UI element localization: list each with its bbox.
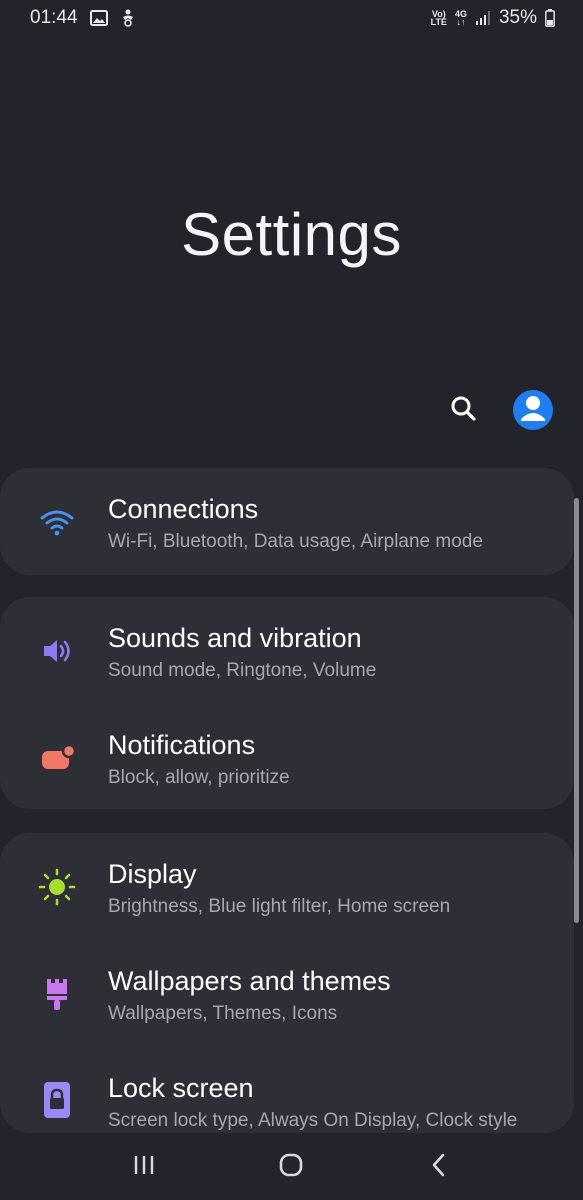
image-icon (89, 10, 108, 26)
lock-icon (37, 1080, 77, 1120)
settings-item-lock-screen[interactable]: Lock screen Screen lock type, Always On … (0, 1047, 574, 1133)
item-title: Notifications (108, 730, 256, 760)
data-arrows: ↓↑ (456, 17, 466, 27)
notification-icon (37, 738, 77, 778)
4g-icon: 4G ↓↑ (455, 10, 467, 27)
item-subtitle: Block, allow, prioritize (108, 767, 290, 788)
clock: 01:44 (30, 7, 78, 28)
back-icon (429, 1152, 449, 1183)
settings-item-display[interactable]: Display Brightness, Blue light filter, H… (0, 833, 574, 940)
settings-item-notifications[interactable]: Notifications Block, allow, prioritize (0, 704, 574, 811)
wifi-icon (37, 502, 77, 542)
settings-item-connections[interactable]: Connections Wi-Fi, Bluetooth, Data usage… (0, 468, 574, 575)
item-title: Lock screen (108, 1073, 254, 1103)
volte-bottom: LTE (430, 17, 447, 27)
item-title: Connections (108, 494, 259, 524)
item-subtitle: Wi-Fi, Bluetooth, Data usage, Airplane m… (108, 531, 483, 552)
header-actions (441, 388, 553, 432)
signal-icon (475, 10, 491, 26)
settings-group-display: Display Brightness, Blue light filter, H… (0, 833, 574, 1133)
settings-item-wallpapers[interactable]: Wallpapers and themes Wallpapers, Themes… (0, 940, 574, 1047)
account-button[interactable] (513, 390, 553, 430)
settings-group-sounds: Sounds and vibration Sound mode, Rington… (0, 597, 574, 809)
item-subtitle: Sound mode, Ringtone, Volume (108, 660, 377, 681)
search-button[interactable] (441, 388, 485, 432)
settings-item-sounds[interactable]: Sounds and vibration Sound mode, Rington… (0, 597, 574, 704)
recents-button[interactable] (114, 1142, 174, 1192)
status-bar: 01:44 Vo) LTE 4G ↓↑ 35% (0, 0, 583, 36)
item-subtitle: Wallpapers, Themes, Icons (108, 1003, 338, 1024)
settings-screen: 01:44 Vo) LTE 4G ↓↑ 35% Settings Connect… (0, 0, 583, 1200)
item-title: Wallpapers and themes (108, 966, 391, 996)
item-title: Display (108, 859, 197, 889)
item-subtitle: Brightness, Blue light filter, Home scre… (108, 896, 451, 917)
speaker-icon (37, 631, 77, 671)
sun-icon (37, 867, 77, 907)
item-subtitle: Screen lock type, Always On Display, Clo… (108, 1110, 518, 1131)
home-icon (278, 1152, 304, 1183)
battery-percent: 35% (498, 7, 537, 28)
item-title: Sounds and vibration (108, 623, 362, 653)
scrollbar[interactable] (574, 498, 579, 923)
account-icon (513, 388, 553, 433)
page-title: Settings (181, 201, 402, 268)
back-button[interactable] (409, 1142, 469, 1192)
accessibility-icon (120, 9, 136, 27)
home-button[interactable] (261, 1142, 321, 1192)
navigation-bar (0, 1134, 583, 1200)
battery-icon (545, 9, 555, 27)
volte-icon: Vo) LTE (430, 10, 447, 27)
search-icon (450, 395, 476, 426)
settings-group-connections: Connections Wi-Fi, Bluetooth, Data usage… (0, 468, 574, 575)
brush-icon (37, 974, 77, 1014)
recents-icon (132, 1154, 156, 1181)
